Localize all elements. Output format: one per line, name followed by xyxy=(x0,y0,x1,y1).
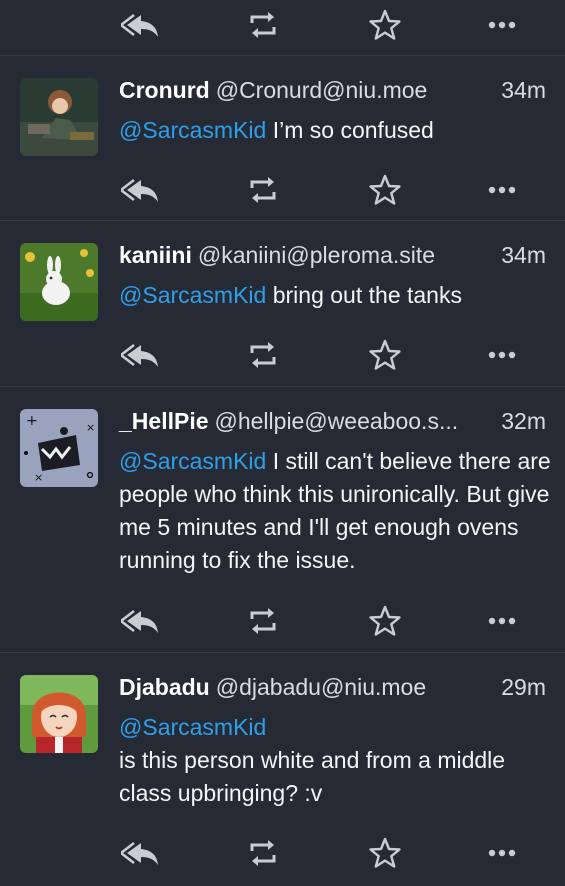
repeat-icon[interactable] xyxy=(238,833,288,873)
more-dots-icon[interactable] xyxy=(477,601,527,641)
post-content: @SarcasmKid I still can't believe there … xyxy=(119,445,559,577)
user-handle[interactable]: @hellpie@weeaboo.s... xyxy=(215,408,459,434)
user-handle[interactable]: @kaniini@pleroma.site xyxy=(198,242,435,268)
reply-all-icon[interactable] xyxy=(116,601,166,641)
avatar[interactable]: + × × xyxy=(20,409,98,487)
star-icon[interactable] xyxy=(360,5,410,45)
display-name-text: _HellPie xyxy=(119,408,209,434)
post-actions-bar xyxy=(0,601,565,641)
user-handle[interactable]: @djabadu@niu.moe xyxy=(216,674,426,700)
display-name-text: Djabadu xyxy=(119,674,210,700)
more-dots-icon[interactable] xyxy=(477,335,527,375)
post-actions-bar xyxy=(0,833,565,873)
post-content: @SarcasmKid is this person white and fro… xyxy=(119,711,559,810)
post-time[interactable]: 34m xyxy=(501,77,546,104)
post-time[interactable]: 32m xyxy=(501,408,546,435)
star-icon[interactable] xyxy=(360,601,410,641)
post-text: is this person white and from a middle c… xyxy=(119,747,506,806)
display-name-text: Cronurd xyxy=(119,77,210,103)
post-actions-bar xyxy=(0,170,565,210)
star-icon[interactable] xyxy=(360,833,410,873)
timeline-feed: Cronurd @Cronurd@niu.moe 34m @SarcasmKid … xyxy=(0,0,565,886)
star-icon[interactable] xyxy=(360,335,410,375)
more-dots-icon[interactable] xyxy=(477,170,527,210)
display-name-text: kaniini xyxy=(119,242,192,268)
reply-all-icon[interactable] xyxy=(116,5,166,45)
repeat-icon[interactable] xyxy=(238,335,288,375)
post-text: I’m so confused xyxy=(272,117,434,143)
mention-link[interactable]: @SarcasmKid xyxy=(119,117,266,143)
repeat-icon[interactable] xyxy=(238,601,288,641)
svg-text:×: × xyxy=(86,421,95,434)
post-item[interactable]: Djabadu @djabadu@niu.moe 29m @SarcasmKid … xyxy=(0,653,565,886)
post-item[interactable]: + × × _HellPie @hellpie@weeaboo.s... 32m … xyxy=(0,387,565,652)
display-name[interactable]: kaniini @kaniini@pleroma.site xyxy=(119,242,435,269)
mention-link[interactable]: @SarcasmKid xyxy=(119,282,266,308)
display-name[interactable]: Djabadu @djabadu@niu.moe xyxy=(119,674,426,701)
display-name[interactable]: Cronurd @Cronurd@niu.moe xyxy=(119,77,427,104)
avatar[interactable] xyxy=(20,243,98,321)
repeat-icon[interactable] xyxy=(238,170,288,210)
user-handle[interactable]: @Cronurd@niu.moe xyxy=(216,77,428,103)
post-item[interactable]: kaniini @kaniini@pleroma.site 34m @Sarcas… xyxy=(0,221,565,386)
post-content: @SarcasmKid I’m so confused xyxy=(119,114,559,147)
post-item[interactable]: Cronurd @Cronurd@niu.moe 34m @SarcasmKid … xyxy=(0,56,565,220)
star-icon[interactable] xyxy=(360,170,410,210)
post-time[interactable]: 34m xyxy=(501,242,546,269)
mention-link[interactable]: @SarcasmKid xyxy=(119,448,266,474)
reply-all-icon[interactable] xyxy=(116,335,166,375)
display-name[interactable]: _HellPie @hellpie@weeaboo.s... xyxy=(119,408,458,435)
reply-all-icon[interactable] xyxy=(116,170,166,210)
avatar[interactable] xyxy=(20,78,98,156)
more-dots-icon[interactable] xyxy=(477,5,527,45)
post-actions-bar xyxy=(0,335,565,375)
more-dots-icon[interactable] xyxy=(477,833,527,873)
repeat-icon[interactable] xyxy=(238,5,288,45)
post-actions-bar xyxy=(0,5,565,45)
post-content: @SarcasmKid bring out the tanks xyxy=(119,279,559,312)
post-time[interactable]: 29m xyxy=(501,674,546,701)
post-text: bring out the tanks xyxy=(272,282,462,308)
svg-text:+: + xyxy=(26,413,38,429)
svg-text:×: × xyxy=(34,471,43,484)
avatar[interactable] xyxy=(20,675,98,753)
mention-link[interactable]: @SarcasmKid xyxy=(119,711,559,744)
reply-all-icon[interactable] xyxy=(116,833,166,873)
